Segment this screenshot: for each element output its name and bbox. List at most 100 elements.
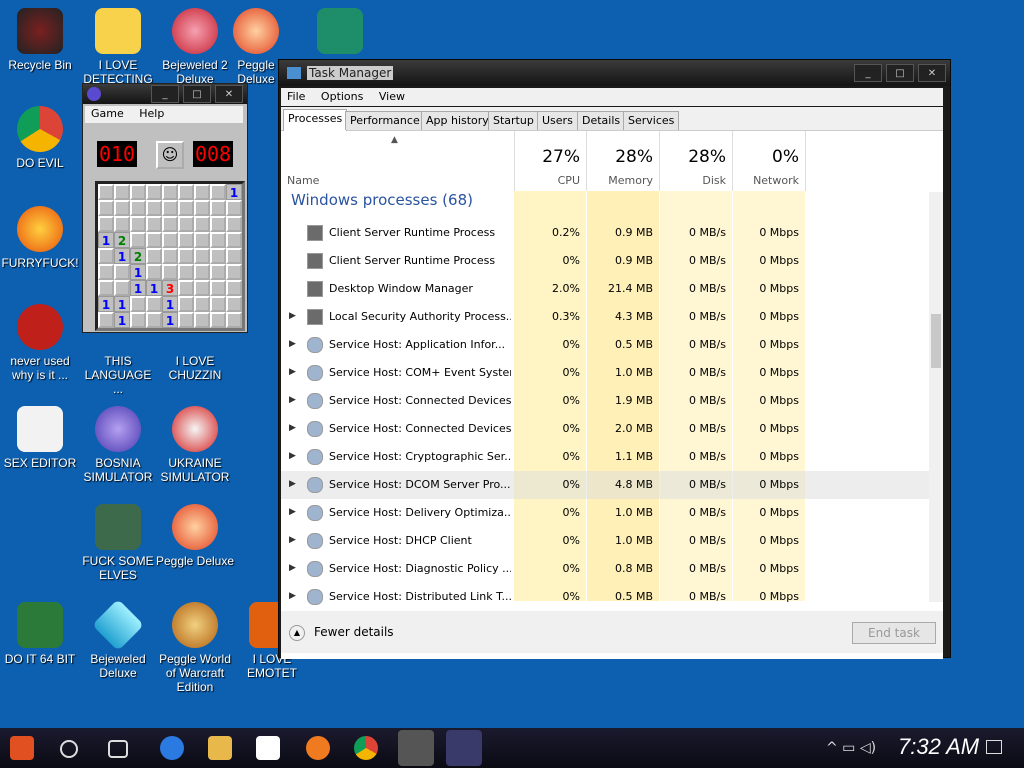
- scrollbar[interactable]: [929, 192, 943, 602]
- process-row[interactable]: Client Server Runtime Process 0.2% 0.9 MB 0…: [281, 219, 929, 247]
- column-memory[interactable]: 28% Memory: [587, 131, 660, 191]
- mine-cell[interactable]: [146, 232, 162, 248]
- menu-view[interactable]: View: [373, 88, 411, 105]
- mine-cell[interactable]: [194, 200, 210, 216]
- mine-cell[interactable]: [178, 280, 194, 296]
- search-icon[interactable]: [60, 740, 78, 758]
- process-row[interactable]: ▶ Service Host: COM+ Event System 0% 1.0 MB…: [281, 359, 929, 387]
- start-button[interactable]: [10, 736, 34, 760]
- tab-startup[interactable]: Startup: [488, 111, 539, 130]
- fewer-details-link[interactable]: Fewer details: [314, 625, 394, 639]
- mine-cell[interactable]: 1: [114, 312, 130, 328]
- mine-cell[interactable]: [194, 280, 210, 296]
- tab-app-history[interactable]: App history: [421, 111, 494, 130]
- process-row[interactable]: ▶ Local Security Authority Process... 0.3%…: [281, 303, 929, 331]
- file-explorer-icon[interactable]: [208, 736, 232, 760]
- mine-cell[interactable]: [98, 264, 114, 280]
- minesweeper-titlebar[interactable]: _ □ ✕: [83, 84, 247, 104]
- mine-cell[interactable]: 1: [162, 312, 178, 328]
- minimize-button[interactable]: _: [854, 64, 882, 82]
- bejeweled-deluxe-icon[interactable]: Bejeweled Deluxe: [78, 598, 158, 680]
- mine-cell[interactable]: [114, 184, 130, 200]
- mine-cell[interactable]: [130, 200, 146, 216]
- bejeweled-2-icon[interactable]: Bejeweled 2 Deluxe: [155, 8, 235, 86]
- mine-cell[interactable]: [226, 216, 242, 232]
- mine-cell[interactable]: [98, 248, 114, 264]
- mine-cell[interactable]: [98, 216, 114, 232]
- mine-cell[interactable]: [194, 312, 210, 328]
- mine-cell[interactable]: [194, 296, 210, 312]
- furryfuck-firefox-icon[interactable]: FURRYFUCK!: [0, 206, 80, 270]
- mine-cell[interactable]: [130, 296, 146, 312]
- menu-options[interactable]: Options: [315, 88, 369, 105]
- mine-cell[interactable]: [194, 184, 210, 200]
- menu-help[interactable]: Help: [133, 106, 170, 121]
- mine-cell[interactable]: [114, 280, 130, 296]
- mine-cell[interactable]: [146, 216, 162, 232]
- process-row[interactable]: ▶ Service Host: Cryptographic Ser... 0% 1.1…: [281, 443, 929, 471]
- ukraine-simulator-icon[interactable]: UKRAINE SIMULATOR: [155, 406, 235, 484]
- devcpp-icon[interactable]: never used why is it ...: [0, 304, 80, 382]
- scrollbar-thumb[interactable]: [931, 314, 941, 368]
- bosnia-simulator-icon[interactable]: BOSNIA SIMULATOR: [78, 406, 158, 484]
- mine-cell[interactable]: [178, 200, 194, 216]
- mine-cell[interactable]: [162, 248, 178, 264]
- process-row[interactable]: Client Server Runtime Process 0% 0.9 MB 0 M…: [281, 247, 929, 275]
- peggle-deluxe-icon[interactable]: Peggle Deluxe: [226, 8, 286, 86]
- mine-cell[interactable]: 3: [162, 280, 178, 296]
- clock[interactable]: 7:32 AM: [898, 734, 979, 760]
- mine-cell[interactable]: [130, 232, 146, 248]
- mine-cell[interactable]: [162, 216, 178, 232]
- close-button[interactable]: ✕: [215, 85, 243, 103]
- peggle-wow-icon[interactable]: Peggle World of Warcraft Edition: [155, 602, 235, 694]
- chrome-icon[interactable]: [354, 736, 378, 760]
- tab-services[interactable]: Services: [623, 111, 680, 130]
- mine-cell[interactable]: [146, 296, 162, 312]
- mine-cell[interactable]: [210, 280, 226, 296]
- process-row[interactable]: ▶ Service Host: Connected Devices... 0% 2.0…: [281, 415, 929, 443]
- mine-cell[interactable]: [114, 200, 130, 216]
- publisher-icon[interactable]: [310, 8, 370, 58]
- task-manager-titlebar[interactable]: Task Manager _ □ ✕: [279, 60, 950, 86]
- tab-performance[interactable]: Performance: [345, 111, 425, 130]
- expand-arrow-icon[interactable]: ▶: [289, 311, 296, 321]
- mine-cell[interactable]: [226, 248, 242, 264]
- edge-icon[interactable]: [160, 736, 184, 760]
- fuck-some-elves-icon[interactable]: FUCK SOME ELVES: [78, 504, 158, 582]
- mine-cell[interactable]: [146, 264, 162, 280]
- expand-arrow-icon[interactable]: ▶: [289, 479, 296, 489]
- mine-cell[interactable]: [210, 200, 226, 216]
- column-cpu[interactable]: 27% CPU: [514, 131, 587, 191]
- store-icon[interactable]: [256, 736, 280, 760]
- mine-cell[interactable]: [114, 264, 130, 280]
- expand-arrow-icon[interactable]: ▶: [289, 423, 296, 433]
- group-windows-processes[interactable]: Windows processes (68): [291, 191, 473, 209]
- expand-arrow-icon[interactable]: ▶: [289, 535, 296, 545]
- expand-arrow-icon[interactable]: ▶: [289, 395, 296, 405]
- mine-cell[interactable]: 1: [114, 296, 130, 312]
- mine-cell[interactable]: [146, 312, 162, 328]
- mine-cell[interactable]: [98, 184, 114, 200]
- mine-cell[interactable]: [210, 312, 226, 328]
- mine-cell[interactable]: [210, 296, 226, 312]
- mine-cell[interactable]: [130, 216, 146, 232]
- expand-arrow-icon[interactable]: ▶: [289, 591, 296, 601]
- i-love-chuzzin-icon[interactable]: I LOVE CHUZZIN: [155, 334, 235, 382]
- mine-cell[interactable]: [130, 312, 146, 328]
- mine-cell[interactable]: [178, 232, 194, 248]
- mine-cell[interactable]: [146, 184, 162, 200]
- mine-cell[interactable]: 1: [130, 264, 146, 280]
- tab-details[interactable]: Details: [577, 111, 626, 130]
- process-row[interactable]: ▶ Service Host: DCOM Server Pro... 0% 4.8 M…: [281, 471, 929, 499]
- mine-cell[interactable]: [226, 296, 242, 312]
- mine-cell[interactable]: 1: [162, 296, 178, 312]
- tab-processes[interactable]: Processes: [283, 109, 348, 131]
- notifications-icon[interactable]: [986, 740, 1002, 754]
- mine-cell[interactable]: [194, 232, 210, 248]
- mine-cell[interactable]: [210, 232, 226, 248]
- mine-cell[interactable]: [226, 312, 242, 328]
- mine-cell[interactable]: 1: [98, 296, 114, 312]
- mine-cell[interactable]: [194, 216, 210, 232]
- expand-arrow-icon[interactable]: ▶: [289, 507, 296, 517]
- mine-cell[interactable]: [146, 248, 162, 264]
